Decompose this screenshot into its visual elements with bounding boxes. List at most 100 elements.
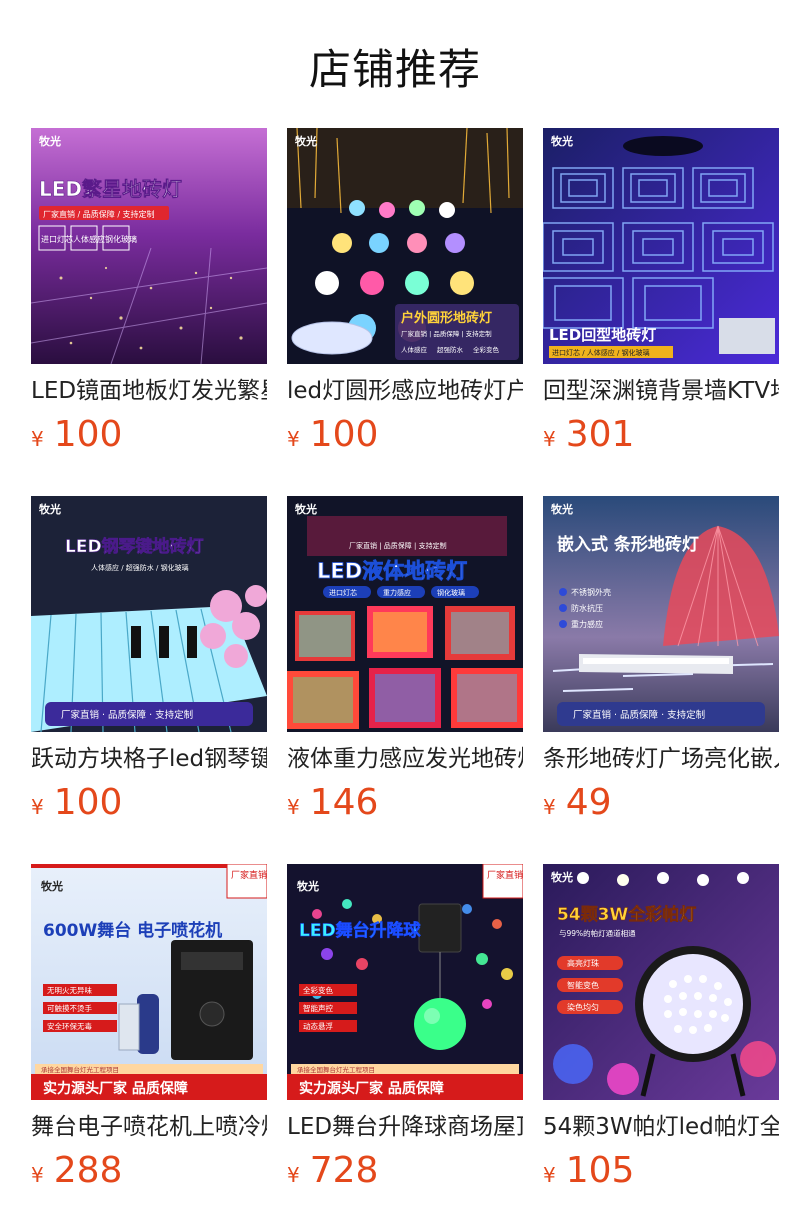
product-thumbnail-strip-tile: 牧光 嵌入式 条形地砖灯 不锈钢外壳 防水抗压 重力感应 厂家直销 · 品质保障… (543, 496, 779, 732)
product-thumbnail-piano-tile: 牧光 LED钢琴键地砖灯 人体感应 / 超强防水 / 钢化玻璃 厂家直销 · 品… (31, 496, 267, 732)
product-thumbnail-spark-machine: 厂家直销 牧光 600W舞台 电子喷花机 无明火无异味 可触摸不烫手 安全环保无… (31, 864, 267, 1100)
product-card[interactable]: 厂家直销 牧光 LED舞台升降球 全彩变色 智能声控 动态悬浮 承接全国舞台灯光… (287, 864, 523, 1194)
product-card[interactable]: 牧光 LED回型地砖灯 进口灯芯 / 人体感应 / 钢化玻璃 回型深渊镜背景墙K… (543, 128, 779, 458)
product-name[interactable]: LED舞台升降球商场屋顶装饰 (287, 1112, 523, 1142)
currency-symbol: ¥ (287, 795, 300, 819)
price-amount: 146 (309, 782, 379, 823)
feature-label: 不锈钢外壳 (571, 587, 611, 597)
brand-logo: 牧光 (551, 502, 573, 516)
feature-label: 智能变色 (567, 980, 599, 990)
brand-logo: 牧光 (297, 879, 319, 893)
product-thumbnail-lifting-ball: 厂家直销 牧光 LED舞台升降球 全彩变色 智能声控 动态悬浮 承接全国舞台灯光… (287, 864, 523, 1100)
product-name[interactable]: 舞台电子喷花机上喷冷焰火 (31, 1112, 267, 1142)
feature-label: 进口灯芯 (41, 234, 73, 244)
product-image[interactable]: 牧光 LED繁星地砖灯 厂家直销 / 品质保障 / 支持定制 进口灯芯 人体感应… (31, 128, 267, 364)
banner-tagline: 承接全国舞台灯光工程项目 (41, 1065, 119, 1074)
currency-symbol: ¥ (31, 427, 44, 451)
product-price: ¥ 49 (543, 782, 779, 826)
brand-logo: 牧光 (39, 134, 61, 148)
banner-title: LED舞台升降球 (299, 920, 422, 941)
banner-tagline: 厂家直销 | 品质保障 | 支持定制 (349, 541, 447, 550)
banner-title: 嵌入式 条形地砖灯 (557, 534, 699, 555)
banner-footer: 厂家直销 · 品质保障 · 支持定制 (61, 709, 193, 721)
product-card[interactable]: 户外圆形地砖灯 厂家直销 | 品质保障 | 支持定制 人体感应 超强防水 全彩变… (287, 128, 523, 458)
corner-badge: 厂家直销 (487, 869, 523, 881)
product-card[interactable]: 牧光 LED钢琴键地砖灯 人体感应 / 超强防水 / 钢化玻璃 厂家直销 · 品… (31, 496, 267, 826)
currency-symbol: ¥ (543, 427, 556, 451)
banner-title: LED繁星地砖灯 (39, 177, 182, 201)
currency-symbol: ¥ (31, 795, 44, 819)
feature-label: 动态悬浮 (303, 1021, 333, 1031)
banner-tagline: 厂家直销 / 品质保障 / 支持定制 (43, 209, 155, 219)
page-title: 店铺推荐 (308, 45, 481, 94)
feature-label: 智能声控 (303, 1003, 333, 1013)
currency-symbol: ¥ (543, 1163, 556, 1187)
product-name[interactable]: LED镜面地板灯发光繁星地砖灯 (31, 376, 267, 406)
product-image[interactable]: 厂家直销 牧光 600W舞台 电子喷花机 无明火无异味 可触摸不烫手 安全环保无… (31, 864, 267, 1100)
feature-label: 全彩变色 (303, 985, 333, 995)
currency-symbol: ¥ (31, 1163, 44, 1187)
price-amount: 301 (565, 414, 635, 455)
feature-label: 染色均匀 (567, 1002, 599, 1012)
banner-footer: 厂家直销 · 品质保障 · 支持定制 (573, 709, 705, 721)
product-name[interactable]: 跃动方块格子led钢琴键地砖灯 (31, 744, 267, 774)
feature-label: 钢化玻璃 (437, 588, 465, 597)
feature-label: 进口灯芯 (329, 588, 357, 597)
product-image[interactable]: 牧光 LED钢琴键地砖灯 人体感应 / 超强防水 / 钢化玻璃 厂家直销 · 品… (31, 496, 267, 732)
price-amount: 105 (565, 1150, 635, 1191)
product-card[interactable]: 牧光 LED繁星地砖灯 厂家直销 / 品质保障 / 支持定制 进口灯芯 人体感应… (31, 128, 267, 458)
price-amount: 100 (309, 414, 379, 455)
feature-label: 无明火无异味 (47, 985, 92, 995)
banner-title: 600W舞台 电子喷花机 (43, 920, 222, 941)
product-image[interactable]: 牧光 厂家直销 | 品质保障 | 支持定制 LED液体地砖灯 进口灯芯 重力感应… (287, 496, 523, 732)
product-name[interactable]: 回型深渊镜背景墙KTV地砖灯 (543, 376, 779, 406)
product-price: ¥ 146 (287, 782, 523, 826)
product-card[interactable]: 厂家直销 牧光 600W舞台 电子喷花机 无明火无异味 可触摸不烫手 安全环保无… (31, 864, 267, 1194)
feature-label: 可触摸不烫手 (47, 1003, 92, 1013)
price-amount: 100 (53, 414, 123, 455)
product-image[interactable]: 户外圆形地砖灯 厂家直销 | 品质保障 | 支持定制 人体感应 超强防水 全彩变… (287, 128, 523, 364)
product-name[interactable]: 液体重力感应发光地砖灯 (287, 744, 523, 774)
price-amount: 100 (53, 782, 123, 823)
product-thumbnail-liquid-tile: 牧光 厂家直销 | 品质保障 | 支持定制 LED液体地砖灯 进口灯芯 重力感应… (287, 496, 523, 732)
product-card[interactable]: 牧光 54颗3W全彩帕灯 与99%的帕灯通道相通 高亮灯珠 智能变色 染色均匀 … (543, 864, 779, 1194)
product-price: ¥ 728 (287, 1150, 523, 1194)
banner-title: 户外圆形地砖灯 (401, 310, 492, 326)
product-thumbnail-led-starry-tile: 牧光 LED繁星地砖灯 厂家直销 / 品质保障 / 支持定制 进口灯芯 人体感应… (31, 128, 267, 364)
product-name[interactable]: 条形地砖灯广场亮化嵌入式 (543, 744, 779, 774)
feature-label: 人体感应 (73, 234, 105, 244)
product-price: ¥ 100 (31, 414, 267, 458)
product-card[interactable]: 牧光 嵌入式 条形地砖灯 不锈钢外壳 防水抗压 重力感应 厂家直销 · 品质保障… (543, 496, 779, 826)
product-image[interactable]: 牧光 54颗3W全彩帕灯 与99%的帕灯通道相通 高亮灯珠 智能变色 染色均匀 (543, 864, 779, 1100)
product-image[interactable]: 牧光 嵌入式 条形地砖灯 不锈钢外壳 防水抗压 重力感应 厂家直销 · 品质保障… (543, 496, 779, 732)
brand-logo: 牧光 (551, 134, 573, 148)
feature-label: 人体感应 (401, 345, 428, 354)
banner-title: LED回型地砖灯 (549, 326, 656, 344)
brand-logo: 牧光 (39, 502, 61, 516)
product-image[interactable]: 牧光 LED回型地砖灯 进口灯芯 / 人体感应 / 钢化玻璃 (543, 128, 779, 364)
feature-label: 钢化玻璃 (105, 234, 137, 244)
banner-title: LED液体地砖灯 (317, 559, 467, 583)
feature-label: 重力感应 (383, 588, 411, 597)
product-name[interactable]: led灯圆形感应地砖灯户外 (287, 376, 523, 406)
feature-label: 防水抗压 (571, 603, 603, 613)
feature-label: 全彩变色 (473, 345, 500, 354)
product-price: ¥ 301 (543, 414, 779, 458)
product-image[interactable]: 厂家直销 牧光 LED舞台升降球 全彩变色 智能声控 动态悬浮 承接全国舞台灯光… (287, 864, 523, 1100)
feature-label: 安全环保无毒 (47, 1021, 92, 1031)
currency-symbol: ¥ (287, 1163, 300, 1187)
brand-logo: 牧光 (295, 502, 317, 516)
price-amount: 288 (53, 1150, 123, 1191)
product-name[interactable]: 54颗3W帕灯led帕灯全彩染色 (543, 1112, 779, 1142)
banner-footer: 实力源头厂家 品质保障 (43, 1080, 188, 1097)
feature-label: 重力感应 (571, 619, 603, 629)
product-price: ¥ 100 (31, 782, 267, 826)
banner-tagline: 承接全国舞台灯光工程项目 (297, 1065, 375, 1074)
feature-label: 超强防水 (437, 345, 464, 354)
banner-title: 54颗3W全彩帕灯 (557, 904, 696, 925)
product-price: ¥ 105 (543, 1150, 779, 1194)
price-amount: 728 (309, 1150, 379, 1191)
product-card[interactable]: 牧光 厂家直销 | 品质保障 | 支持定制 LED液体地砖灯 进口灯芯 重力感应… (287, 496, 523, 826)
brand-logo: 牧光 (551, 870, 573, 884)
currency-symbol: ¥ (543, 795, 556, 819)
